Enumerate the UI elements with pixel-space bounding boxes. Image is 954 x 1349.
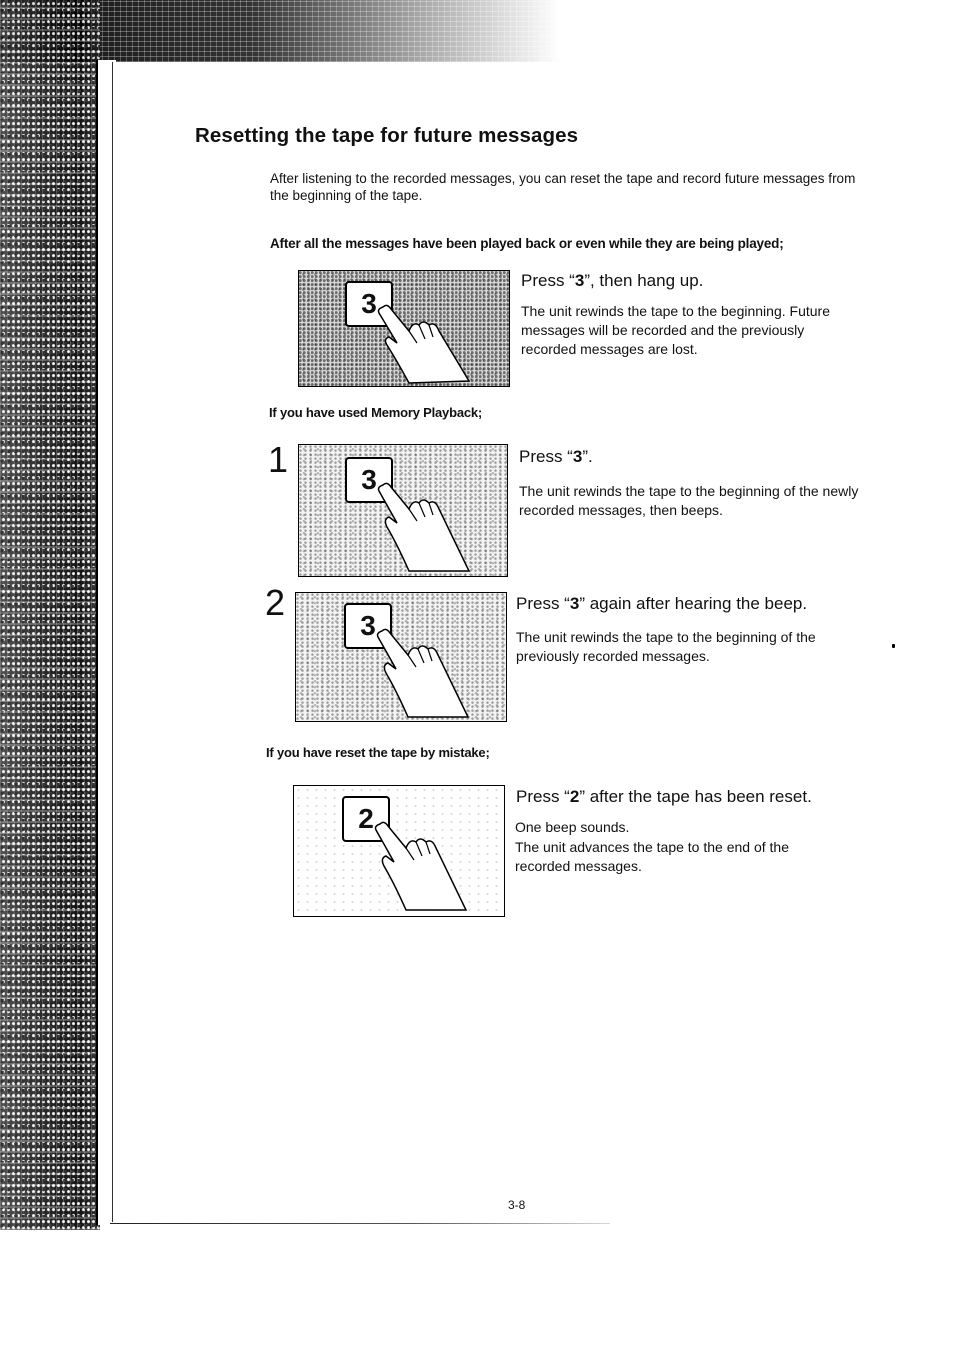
page-title: Resetting the tape for future messages [195, 124, 579, 147]
instruction-body: The unit advances the tape to the end of… [515, 839, 789, 874]
step-number: 1 [268, 439, 289, 480]
instruction-body-line1: One beep sounds. [515, 819, 630, 835]
subheading-after-playback: After all the messages have been played … [270, 236, 784, 251]
illustration-press-3-step-2: 3 [295, 592, 507, 722]
subheading-reset-by-mistake: If you have reset the tape by mistake; [266, 745, 490, 760]
page-bottom-edge [110, 1223, 610, 1224]
illustration-press-3-step-1: 3 [298, 444, 508, 577]
hand-pressing-key-icon [377, 482, 471, 572]
instruction-body: The unit rewinds the tape to the beginni… [519, 483, 859, 518]
scan-shadow-binding [0, 0, 100, 1230]
page-edge [96, 60, 116, 1225]
subheading-memory-playback: If you have used Memory Playback; [269, 405, 483, 420]
illustration-press-3-hang-up: 3 [298, 270, 510, 387]
page-number: 3-8 [508, 1198, 526, 1212]
intro-paragraph: After listening to the recorded messages… [270, 171, 856, 203]
instruction-title: Press “3”, then hang up. [521, 271, 704, 290]
instruction-title: Press “3” again after hearing the beep. [516, 594, 808, 613]
illustration-press-2: 2 [293, 785, 505, 917]
hand-pressing-key-icon [377, 304, 471, 384]
step-number: 2 [265, 582, 286, 623]
instruction-body: The unit rewinds the tape to the beginni… [516, 629, 816, 664]
scan-speck [892, 644, 895, 648]
instruction-title: Press “2” after the tape has been reset. [516, 787, 812, 806]
page-margin-line [112, 62, 113, 1222]
instruction-title: Press “3”. [519, 447, 593, 466]
hand-pressing-key-icon [376, 628, 470, 718]
hand-pressing-key-icon [374, 821, 468, 911]
instruction-body: The unit rewinds the tape to the beginni… [521, 303, 830, 357]
